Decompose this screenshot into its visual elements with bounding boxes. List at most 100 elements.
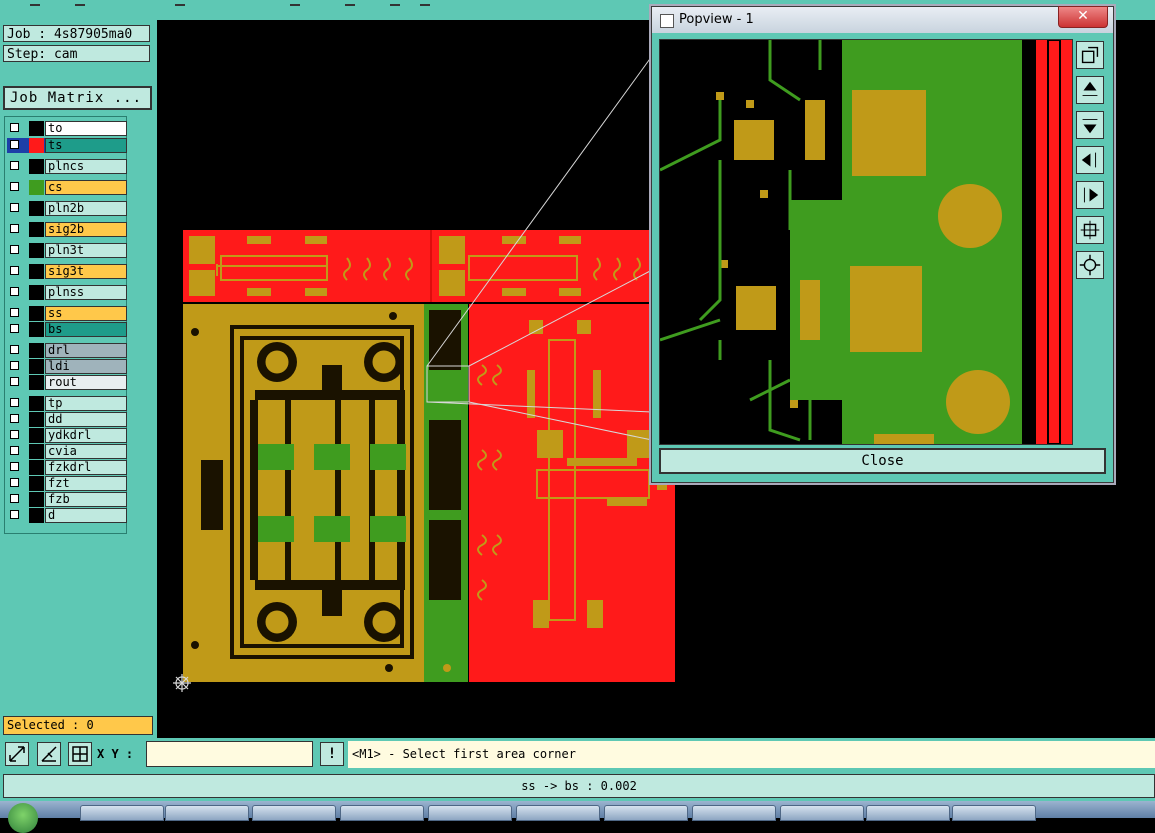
layer-checkbox[interactable] xyxy=(10,266,19,275)
layer-row-d[interactable]: d xyxy=(7,508,127,523)
layer-name[interactable]: cvia xyxy=(45,444,127,459)
layer-name[interactable]: bs xyxy=(45,322,127,337)
layer-checkbox[interactable] xyxy=(10,345,19,354)
layer-checkbox[interactable] xyxy=(10,140,19,149)
layer-checkbox[interactable] xyxy=(10,462,19,471)
layer-name[interactable]: fzt xyxy=(45,476,127,491)
layer-name[interactable]: sig3t xyxy=(45,264,127,279)
start-button[interactable] xyxy=(8,803,38,833)
layer-row-ldi[interactable]: ldi xyxy=(7,359,127,374)
layer-row-plnss[interactable]: plnss xyxy=(7,285,127,300)
layer-color-swatch xyxy=(29,508,44,523)
taskbar-item[interactable] xyxy=(692,805,776,821)
layer-name[interactable]: ydkdrl xyxy=(45,428,127,443)
layer-row-tp[interactable]: tp xyxy=(7,396,127,411)
popview-close-button[interactable]: Close xyxy=(659,448,1106,474)
layer-checkbox[interactable] xyxy=(10,377,19,386)
layer-checkbox[interactable] xyxy=(10,361,19,370)
layer-checkbox[interactable] xyxy=(10,182,19,191)
layer-checkbox[interactable] xyxy=(10,510,19,519)
layer-checkbox[interactable] xyxy=(10,308,19,317)
layer-row-to[interactable]: to xyxy=(7,121,127,136)
taskbar-item[interactable] xyxy=(252,805,336,821)
layer-name[interactable]: ldi xyxy=(45,359,127,374)
popview-zoom-graphic xyxy=(659,39,1072,445)
layer-name[interactable]: drl xyxy=(45,343,127,358)
xy-input[interactable] xyxy=(146,741,313,767)
layer-list: to ts plncs cs pln2b sig2b pln3t sig3t plnss ss bs… xyxy=(4,116,127,534)
layer-checkbox[interactable] xyxy=(10,161,19,170)
layer-name[interactable]: dd xyxy=(45,412,127,427)
taskbar-item[interactable] xyxy=(780,805,864,821)
layer-name[interactable]: plnss xyxy=(45,285,127,300)
layer-row-fzb[interactable]: fzb xyxy=(7,492,127,507)
popout-icon[interactable] xyxy=(1076,41,1104,69)
layer-row-drl[interactable]: drl xyxy=(7,343,127,358)
layer-checkbox[interactable] xyxy=(10,478,19,487)
taskbar-item[interactable] xyxy=(428,805,512,821)
layer-checkbox[interactable] xyxy=(10,224,19,233)
layer-row-plncs[interactable]: plncs xyxy=(7,159,127,174)
layer-name[interactable]: pln2b xyxy=(45,201,127,216)
layer-name[interactable]: cs xyxy=(45,180,127,195)
layer-name[interactable]: ts xyxy=(45,138,127,153)
layer-checkbox[interactable] xyxy=(10,446,19,455)
taskbar-item[interactable] xyxy=(80,805,164,821)
layer-checkbox[interactable] xyxy=(10,245,19,254)
popview-titlebar[interactable]: Popview - 1 ✕ xyxy=(652,6,1113,33)
layer-checkbox[interactable] xyxy=(10,203,19,212)
layer-name[interactable]: fzkdrl xyxy=(45,460,127,475)
taskbar-item[interactable] xyxy=(866,805,950,821)
layer-checkbox[interactable] xyxy=(10,287,19,296)
layer-name[interactable]: to xyxy=(45,121,127,136)
taskbar-item[interactable] xyxy=(516,805,600,821)
layer-name[interactable]: d xyxy=(45,508,127,523)
layer-checkbox[interactable] xyxy=(10,123,19,132)
taskbar-item[interactable] xyxy=(165,805,249,821)
move-left-icon[interactable] xyxy=(1076,146,1104,174)
layer-checkbox[interactable] xyxy=(10,414,19,423)
move-down-icon[interactable] xyxy=(1076,111,1104,139)
layer-row-sig2b[interactable]: sig2b xyxy=(7,222,127,237)
layer-row-rout[interactable]: rout xyxy=(7,375,127,390)
layer-row-fzt[interactable]: fzt xyxy=(7,476,127,491)
grid-icon[interactable] xyxy=(68,742,92,766)
layer-name[interactable]: pln3t xyxy=(45,243,127,258)
resize-icon[interactable] xyxy=(5,742,29,766)
layer-name[interactable]: ss xyxy=(45,306,127,321)
layer-row-pln2b[interactable]: pln2b xyxy=(7,201,127,216)
layer-row-pln3t[interactable]: pln3t xyxy=(7,243,127,258)
layer-checkbox[interactable] xyxy=(10,398,19,407)
layer-row-ss[interactable]: ss xyxy=(7,306,127,321)
job-matrix-button[interactable]: Job Matrix ... xyxy=(3,86,152,110)
taskbar-item[interactable] xyxy=(340,805,424,821)
layer-row-ydkdrl[interactable]: ydkdrl xyxy=(7,428,127,443)
layer-name[interactable]: fzb xyxy=(45,492,127,507)
layer-row-ts[interactable]: ts xyxy=(7,138,127,153)
layer-row-bs[interactable]: bs xyxy=(7,322,127,337)
layer-row-dd[interactable]: dd xyxy=(7,412,127,427)
layer-row-fzkdrl[interactable]: fzkdrl xyxy=(7,460,127,475)
layer-checkbox[interactable] xyxy=(10,324,19,333)
popview-canvas[interactable] xyxy=(659,39,1073,445)
layer-name[interactable]: rout xyxy=(45,375,127,390)
layer-checkbox[interactable] xyxy=(10,494,19,503)
layer-checkbox[interactable] xyxy=(10,430,19,439)
zoom-fit-icon[interactable] xyxy=(1076,216,1104,244)
status-text: ss -> bs : 0.002 xyxy=(3,774,1155,798)
exclaim-button[interactable]: ! xyxy=(320,742,344,766)
window-close-button[interactable]: ✕ xyxy=(1058,6,1108,28)
taskbar-item[interactable] xyxy=(604,805,688,821)
layer-name[interactable]: plncs xyxy=(45,159,127,174)
layer-name[interactable]: tp xyxy=(45,396,127,411)
menu-marker xyxy=(30,4,40,6)
angle-icon[interactable] xyxy=(37,742,61,766)
layer-row-cs[interactable]: cs xyxy=(7,180,127,195)
layer-name[interactable]: sig2b xyxy=(45,222,127,237)
move-up-icon[interactable] xyxy=(1076,76,1104,104)
move-right-icon[interactable] xyxy=(1076,181,1104,209)
pan-icon[interactable] xyxy=(1076,251,1104,279)
layer-row-cvia[interactable]: cvia xyxy=(7,444,127,459)
layer-row-sig3t[interactable]: sig3t xyxy=(7,264,127,279)
taskbar-item[interactable] xyxy=(952,805,1036,821)
